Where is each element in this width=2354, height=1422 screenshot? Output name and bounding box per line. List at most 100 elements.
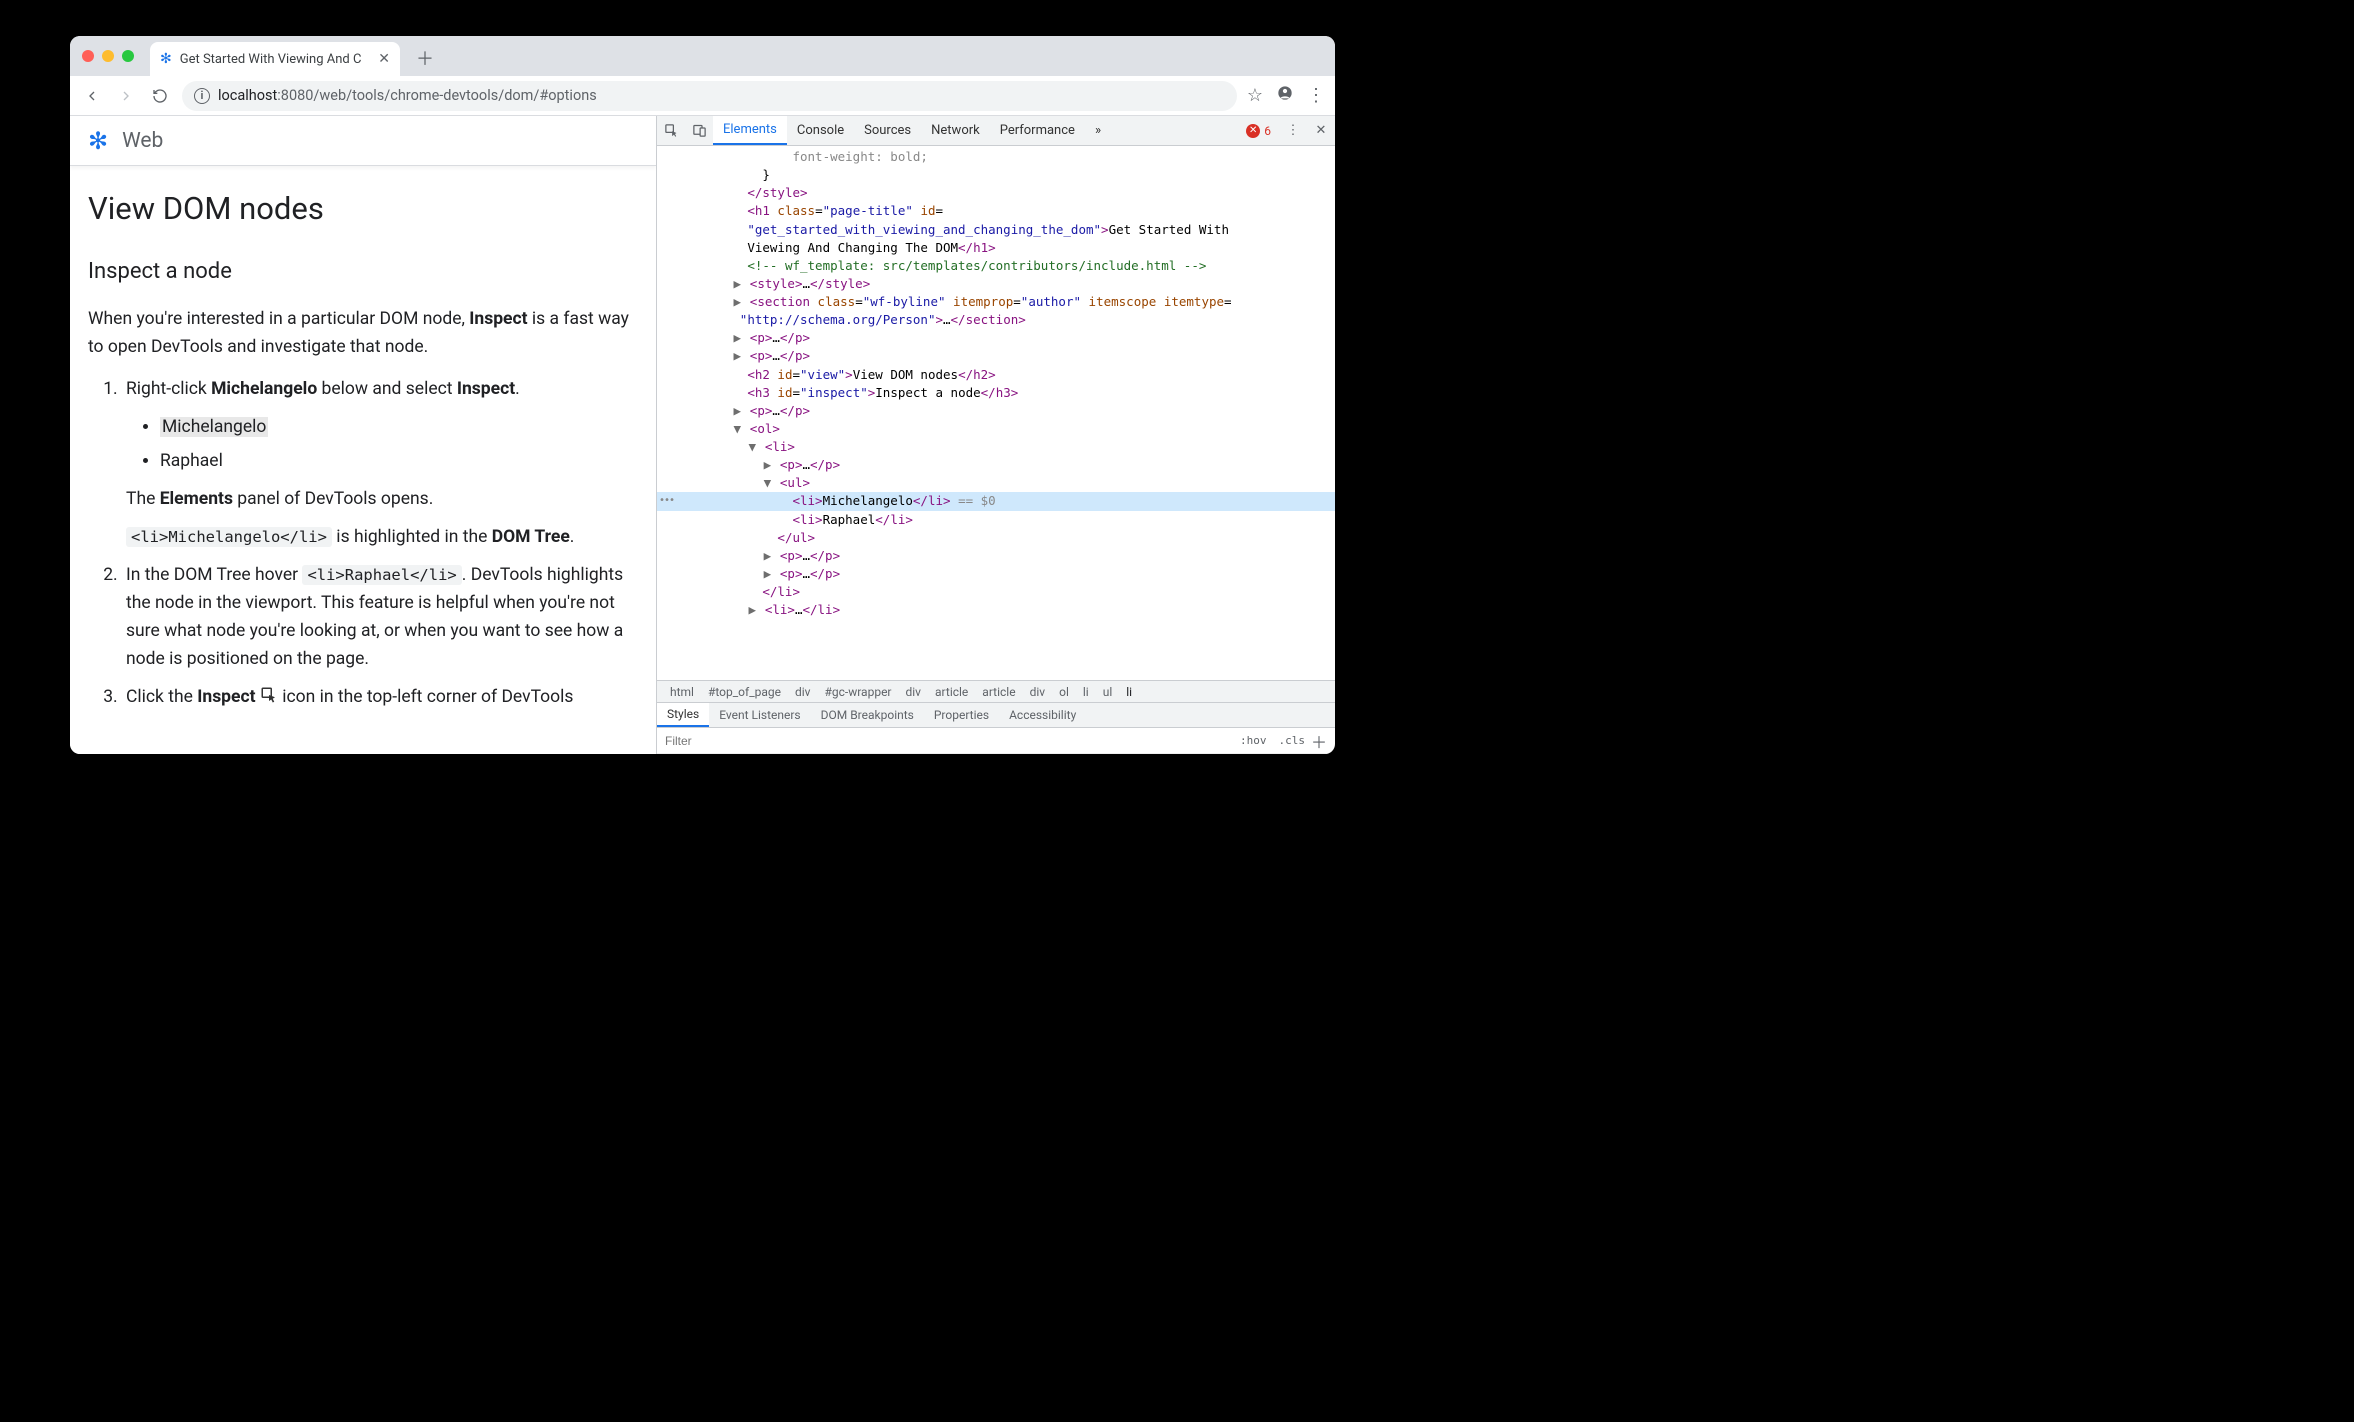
step-2: In the DOM Tree hover <li>Raphael</li>. … bbox=[122, 561, 638, 673]
browser-window: ✻ Get Started With Viewing And C ✕ ＋ i l… bbox=[70, 36, 1335, 754]
address-bar[interactable]: i localhost:8080/web/tools/chrome-devtoo… bbox=[182, 81, 1237, 111]
list-item-raphael[interactable]: Raphael bbox=[160, 447, 638, 475]
tab-sources[interactable]: Sources bbox=[854, 116, 921, 145]
step-list: Right-click Michelangelo below and selec… bbox=[88, 375, 638, 711]
cls-button[interactable]: .cls bbox=[1272, 734, 1311, 747]
dom-line[interactable]: ▼ <ol> bbox=[657, 420, 1335, 438]
dom-line[interactable]: "get_started_with_viewing_and_changing_t… bbox=[657, 221, 1335, 239]
close-devtools-icon[interactable]: ✕ bbox=[1307, 116, 1335, 145]
dom-line[interactable]: <h2 id="view">View DOM nodes</h2> bbox=[657, 366, 1335, 384]
reload-button[interactable] bbox=[148, 84, 172, 108]
dom-line[interactable]: ▶ <p>…</p> bbox=[657, 565, 1335, 583]
more-tabs-icon[interactable]: » bbox=[1085, 116, 1111, 145]
hov-button[interactable]: :hov bbox=[1234, 734, 1273, 747]
demo-list: Michelangelo Raphael bbox=[126, 413, 638, 475]
site-info-icon[interactable]: i bbox=[194, 88, 210, 104]
step-result: The Elements panel of DevTools opens. bbox=[126, 485, 638, 513]
new-tab-button[interactable]: ＋ bbox=[416, 45, 434, 71]
crumb[interactable]: div bbox=[1023, 685, 1053, 699]
dom-line[interactable]: </style> bbox=[657, 184, 1335, 202]
list-item-michelangelo[interactable]: Michelangelo bbox=[160, 413, 638, 441]
dom-line[interactable]: <h1 class="page-title" id= bbox=[657, 202, 1335, 220]
dom-tree[interactable]: font-weight: bold; } </style> <h1 class=… bbox=[657, 146, 1335, 680]
site-logo-icon[interactable]: ✻ bbox=[88, 127, 108, 155]
crumb[interactable]: ul bbox=[1096, 685, 1120, 699]
styles-filter-input[interactable] bbox=[665, 734, 1234, 748]
dom-line[interactable]: "http://schema.org/Person">…</section> bbox=[657, 311, 1335, 329]
close-tab-icon[interactable]: ✕ bbox=[378, 51, 390, 67]
styles-tabs: Styles Event Listeners DOM Breakpoints P… bbox=[657, 702, 1335, 728]
dom-line[interactable]: ▼ <ul> bbox=[657, 474, 1335, 492]
styles-toolbar: :hov .cls ＋ bbox=[657, 728, 1335, 754]
tab-elements[interactable]: Elements bbox=[713, 116, 787, 145]
crumb[interactable]: ol bbox=[1052, 685, 1076, 699]
dom-line[interactable]: ▶ <p>…</p> bbox=[657, 547, 1335, 565]
crumb[interactable]: html bbox=[663, 685, 701, 699]
dom-line[interactable]: <li>Raphael</li> bbox=[657, 511, 1335, 529]
dom-line[interactable]: ▶ <li>…</li> bbox=[657, 601, 1335, 619]
tab-title: Get Started With Viewing And C bbox=[180, 52, 371, 67]
zoom-window-button[interactable] bbox=[122, 50, 134, 62]
section-heading: Inspect a node bbox=[88, 254, 638, 289]
inspect-element-button[interactable] bbox=[657, 116, 685, 145]
dom-line[interactable]: ▶ <section class="wf-byline" itemprop="a… bbox=[657, 293, 1335, 311]
dom-line[interactable]: ▶ <p>…</p> bbox=[657, 456, 1335, 474]
devtools-body: font-weight: bold; } </style> <h1 class=… bbox=[657, 146, 1335, 754]
tab-event-listeners[interactable]: Event Listeners bbox=[709, 703, 810, 727]
dom-selected-node[interactable]: <li>Michelangelo</li> == $0 bbox=[657, 492, 1335, 510]
forward-button[interactable] bbox=[114, 84, 138, 108]
crumb[interactable]: #gc-wrapper bbox=[817, 685, 898, 699]
dom-line[interactable]: ▶ <p>…</p> bbox=[657, 347, 1335, 365]
url: localhost:8080/web/tools/chrome-devtools… bbox=[218, 87, 597, 104]
dom-breadcrumbs[interactable]: html #top_of_page div #gc-wrapper div ar… bbox=[657, 680, 1335, 702]
titlebar: ✻ Get Started With Viewing And C ✕ ＋ bbox=[70, 36, 1335, 76]
step-1: Right-click Michelangelo below and selec… bbox=[122, 375, 638, 551]
crumb[interactable]: #top_of_page bbox=[701, 685, 788, 699]
crumb[interactable]: article bbox=[975, 685, 1022, 699]
tab-accessibility[interactable]: Accessibility bbox=[999, 703, 1086, 727]
dom-line[interactable]: <h3 id="inspect">Inspect a node</h3> bbox=[657, 384, 1335, 402]
tab-performance[interactable]: Performance bbox=[990, 116, 1085, 145]
content-split: ✻ Web View DOM nodes Inspect a node When… bbox=[70, 116, 1335, 754]
dom-line[interactable]: ▶ <p>…</p> bbox=[657, 329, 1335, 347]
minimize-window-button[interactable] bbox=[102, 50, 114, 62]
tab-styles[interactable]: Styles bbox=[657, 703, 709, 727]
favicon-icon: ✻ bbox=[160, 51, 172, 67]
device-mode-button[interactable] bbox=[685, 116, 713, 145]
close-window-button[interactable] bbox=[82, 50, 94, 62]
profile-icon[interactable] bbox=[1277, 85, 1293, 106]
dom-line[interactable]: ▶ <style>…</style> bbox=[657, 275, 1335, 293]
toolbar: i localhost:8080/web/tools/chrome-devtoo… bbox=[70, 76, 1335, 116]
crumb[interactable]: div bbox=[899, 685, 929, 699]
tab-properties[interactable]: Properties bbox=[924, 703, 999, 727]
tab-console[interactable]: Console bbox=[787, 116, 854, 145]
step-3: Click the Inspect icon in the top-left c… bbox=[122, 683, 638, 711]
page-header: ✻ Web bbox=[70, 116, 656, 166]
dom-line[interactable]: </ul> bbox=[657, 529, 1335, 547]
dom-line[interactable]: ▼ <li> bbox=[657, 438, 1335, 456]
bookmark-icon[interactable]: ☆ bbox=[1247, 85, 1263, 106]
new-style-rule-button[interactable]: ＋ bbox=[1311, 729, 1327, 753]
tab-dom-breakpoints[interactable]: DOM Breakpoints bbox=[811, 703, 924, 727]
crumb[interactable]: article bbox=[928, 685, 975, 699]
site-name[interactable]: Web bbox=[122, 129, 163, 153]
article: View DOM nodes Inspect a node When you'r… bbox=[70, 166, 656, 721]
step-code-result: <li>Michelangelo</li> is highlighted in … bbox=[126, 523, 638, 551]
page-content-pane: ✻ Web View DOM nodes Inspect a node When… bbox=[70, 116, 656, 754]
dom-line[interactable]: } bbox=[657, 166, 1335, 184]
dom-line[interactable]: <!-- wf_template: src/templates/contribu… bbox=[657, 257, 1335, 275]
page-heading: View DOM nodes bbox=[88, 184, 638, 234]
tab-network[interactable]: Network bbox=[921, 116, 990, 145]
dom-line[interactable]: Viewing And Changing The DOM</h1> bbox=[657, 239, 1335, 257]
devtools-menu-icon[interactable]: ⋮ bbox=[1279, 116, 1307, 145]
crumb-active[interactable]: li bbox=[1119, 685, 1139, 699]
crumb[interactable]: div bbox=[788, 685, 818, 699]
error-count[interactable]: ✕6 bbox=[1238, 116, 1279, 145]
dom-line[interactable]: font-weight: bold; bbox=[657, 148, 1335, 166]
dom-line[interactable]: ▶ <p>…</p> bbox=[657, 402, 1335, 420]
crumb[interactable]: li bbox=[1076, 685, 1096, 699]
browser-tab[interactable]: ✻ Get Started With Viewing And C ✕ bbox=[150, 42, 400, 76]
dom-line[interactable]: </li> bbox=[657, 583, 1335, 601]
back-button[interactable] bbox=[80, 84, 104, 108]
menu-icon[interactable]: ⋮ bbox=[1307, 85, 1325, 106]
